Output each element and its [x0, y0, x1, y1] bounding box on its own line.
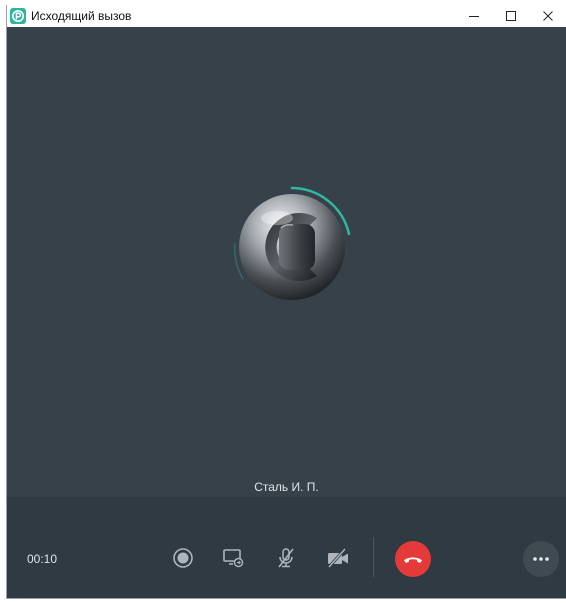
call-stage: [7, 27, 566, 497]
minimize-button[interactable]: [455, 5, 492, 27]
call-timer: 00:10: [27, 552, 58, 566]
mic-off-icon: [278, 548, 294, 568]
mute-button[interactable]: [270, 542, 302, 574]
toolbar-divider: [373, 537, 374, 577]
phone-hangup-icon: [404, 557, 422, 563]
maximize-icon: [505, 11, 516, 21]
app-logo-icon: [10, 8, 26, 24]
title-bar: Исходящий вызов: [7, 5, 566, 27]
screen-share-icon: [223, 549, 244, 568]
video-button[interactable]: [322, 542, 354, 574]
record-button[interactable]: [167, 542, 199, 574]
call-window: Исходящий вызов Сталь И. П. 00:10: [6, 5, 566, 599]
more-dots-icon: [533, 557, 549, 561]
record-icon: [173, 548, 193, 568]
hangup-button[interactable]: [395, 541, 431, 577]
window-title: Исходящий вызов: [31, 9, 132, 23]
steel-c-logo-icon: [234, 186, 351, 300]
window-controls: [455, 5, 566, 27]
screen-share-button[interactable]: [217, 542, 249, 574]
maximize-button[interactable]: [492, 5, 529, 27]
camera-off-icon: [327, 548, 348, 568]
close-icon: [542, 11, 553, 21]
call-toolbar: 00:10: [7, 497, 566, 598]
caller-avatar: [229, 184, 355, 310]
more-button[interactable]: [523, 541, 559, 577]
close-button[interactable]: [529, 5, 566, 27]
minimize-icon: [468, 16, 479, 17]
caller-name: Сталь И. П.: [254, 480, 319, 494]
